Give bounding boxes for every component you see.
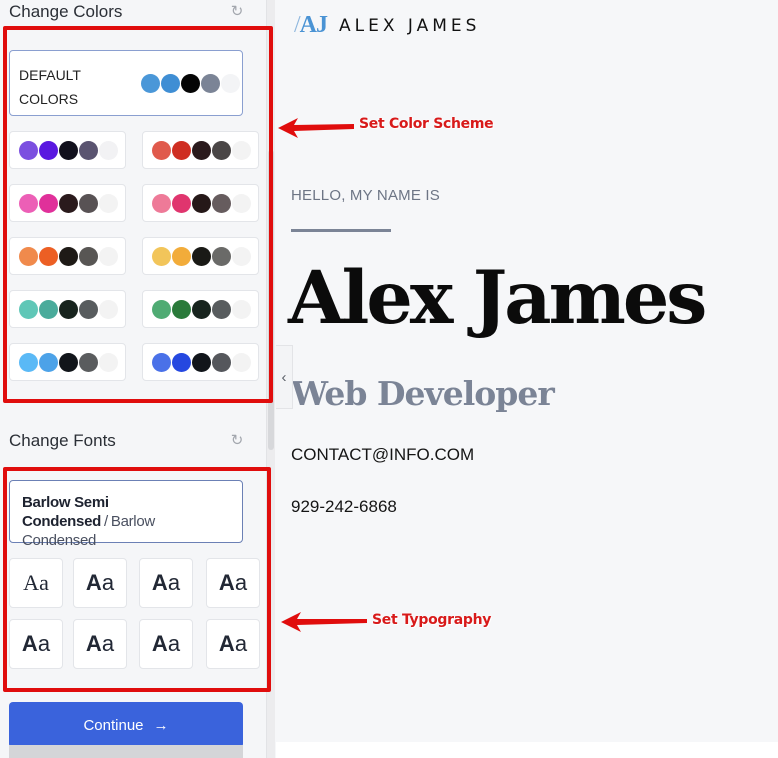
preview-footer-strip bbox=[276, 742, 778, 758]
reset-colors-icon[interactable]: ↻ bbox=[229, 4, 245, 20]
app-root: Change Colors ↻ DEFAULT COLORS Change Fo… bbox=[0, 0, 778, 758]
arrow-right-icon: → bbox=[153, 716, 169, 734]
continue-label: Continue bbox=[83, 716, 144, 734]
chevron-left-icon: ‹ bbox=[281, 368, 287, 386]
continue-button[interactable]: Continue → bbox=[9, 702, 243, 748]
change-fonts-title: Change Fonts bbox=[9, 431, 116, 450]
arrow-left-icon bbox=[278, 118, 354, 138]
sidebar-bottom-bar bbox=[9, 745, 243, 758]
reset-fonts-icon[interactable]: ↻ bbox=[229, 433, 245, 449]
set-typography-label: Set Typography bbox=[372, 612, 492, 628]
contact-phone[interactable]: 929-242-6868 bbox=[291, 497, 397, 517]
color-scheme-highlight bbox=[3, 26, 273, 403]
change-colors-title: Change Colors bbox=[9, 2, 123, 21]
typography-highlight bbox=[3, 467, 271, 692]
greeting-text: HELLO, MY NAME IS bbox=[291, 187, 440, 204]
collapse-sidebar-button[interactable]: ‹ bbox=[276, 345, 293, 409]
greeting-divider bbox=[291, 229, 391, 232]
set-color-scheme-label: Set Color Scheme bbox=[359, 116, 494, 132]
site-logo[interactable]: /AJ ALEX JAMES bbox=[294, 12, 480, 39]
logo-mark: /AJ bbox=[294, 12, 328, 38]
arrow-left-icon bbox=[281, 612, 367, 632]
hero-name: Alex James bbox=[288, 255, 707, 341]
contact-email[interactable]: CONTACT@INFO.COM bbox=[291, 445, 474, 465]
hero-role: Web Developer bbox=[291, 374, 555, 413]
logo-name: ALEX JAMES bbox=[339, 15, 481, 36]
